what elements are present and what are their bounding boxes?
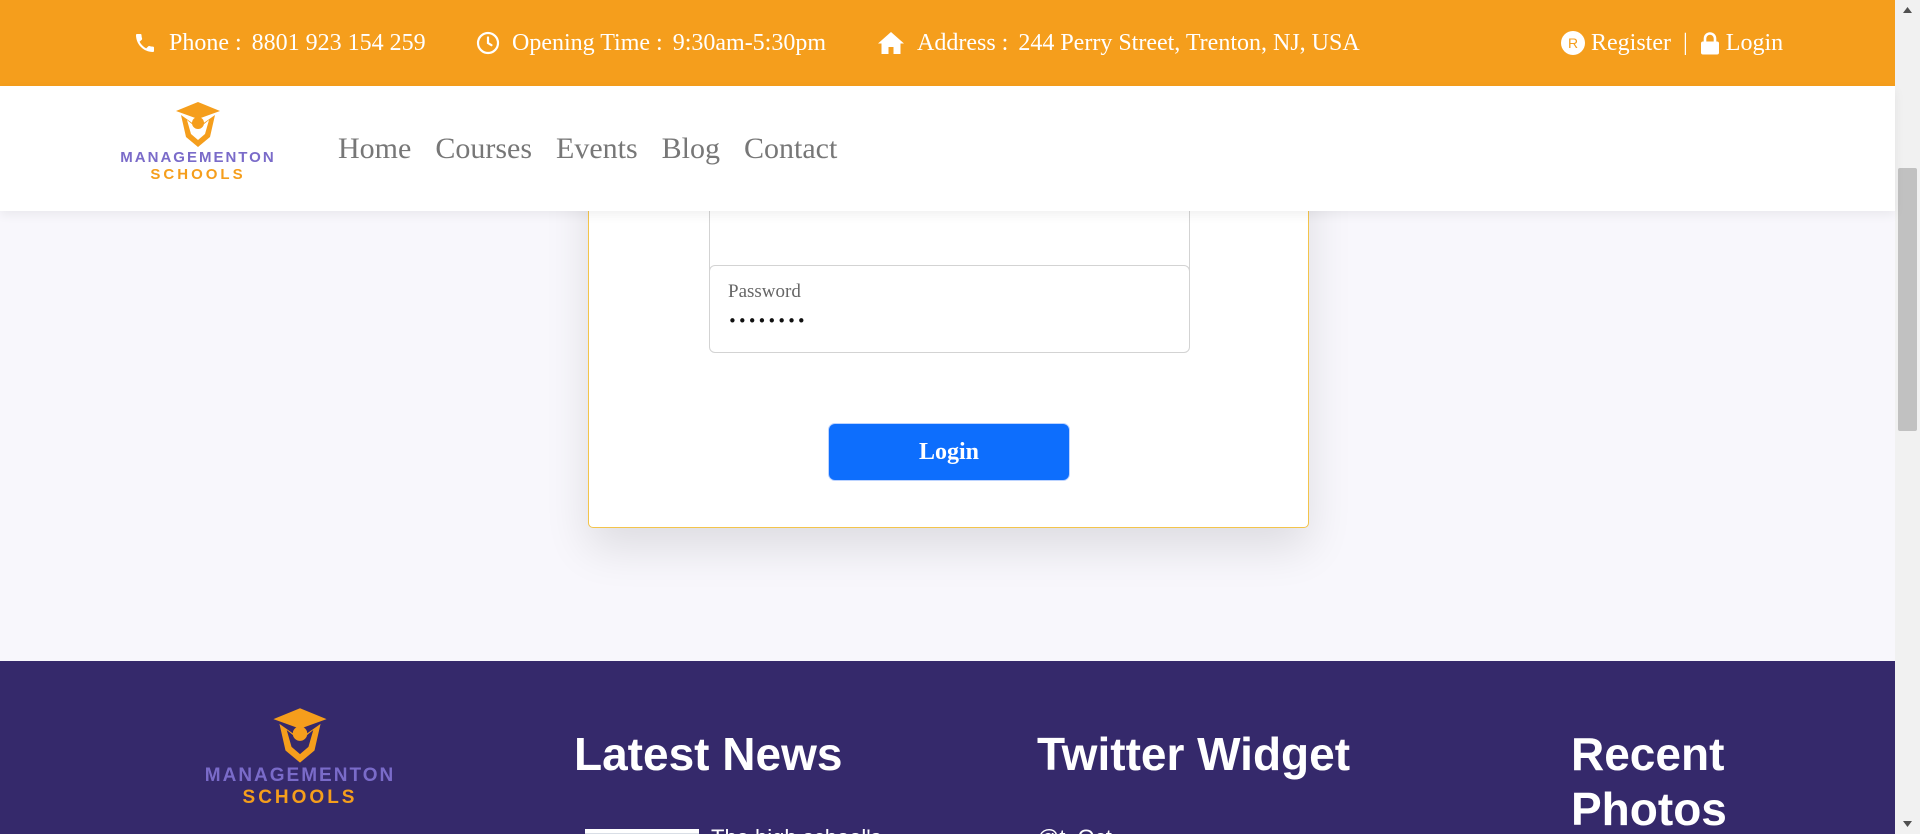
top-login-link[interactable]: Login (1700, 30, 1783, 57)
address-value: 244 Perry Street, Trenton, NJ, USA (1018, 29, 1360, 56)
password-field[interactable]: Password •••••••• (709, 265, 1190, 353)
opening-time-label: Opening Time : (512, 29, 663, 56)
latest-news-heading: Latest News (574, 728, 843, 780)
recent-photos-heading: Recent Photos (1571, 728, 1727, 834)
footer-logo-text-managementon: MANAGEMENTON (204, 765, 396, 786)
clock-icon (476, 31, 500, 55)
nav-blog[interactable]: Blog (662, 132, 720, 166)
address-label: Address : (917, 29, 1009, 56)
top-info-bar: Phone : 8801 923 154 259 Opening Time : … (0, 0, 1895, 86)
link-separator: | (1682, 29, 1688, 56)
site-logo[interactable]: MANAGEMENTON SCHOOLS (118, 101, 278, 196)
news-thumbnail[interactable] (585, 829, 699, 834)
account-links: R Register | Login (1561, 0, 1783, 86)
password-value: •••••••• (728, 312, 807, 330)
address-info: Address : 244 Perry Street, Trenton, NJ,… (877, 0, 1360, 86)
nav-courses[interactable]: Courses (435, 132, 532, 166)
phone-label: Phone : (169, 29, 242, 56)
site-footer: MANAGEMENTON SCHOOLS Latest News The hig… (0, 661, 1895, 834)
opening-time-value: 9:30am-5:30pm (672, 29, 827, 56)
footer-logo[interactable]: MANAGEMENTON SCHOOLS (200, 707, 400, 817)
footer-graduate-logo-icon (273, 708, 327, 763)
phone-number[interactable]: 8801 923 154 259 (252, 30, 426, 57)
graduate-logo-icon (176, 102, 220, 147)
latest-news-snippet[interactable]: The high school's (711, 825, 882, 834)
footer-logo-text-schools: SCHOOLS (242, 787, 358, 808)
lock-icon (1700, 32, 1719, 55)
nav-contact[interactable]: Contact (744, 132, 837, 166)
phone-icon (136, 34, 154, 52)
opening-time-info: Opening Time : 9:30am-5:30pm (476, 0, 826, 86)
page-scrollbar[interactable] (1895, 0, 1920, 834)
main-navbar: MANAGEMENTON SCHOOLS Home Courses Events… (0, 86, 1895, 211)
home-icon (878, 32, 904, 54)
nav-events[interactable]: Events (556, 132, 638, 166)
top-login-label: Login (1725, 29, 1784, 56)
scroll-down-arrow-icon[interactable] (1895, 814, 1920, 834)
nav-home[interactable]: Home (338, 132, 411, 166)
logo-text-managementon: MANAGEMENTON (120, 149, 276, 166)
nav-menu: Home Courses Events Blog Contact (338, 86, 861, 211)
phone-info: Phone : 8801 923 154 259 (133, 0, 426, 86)
scrollbar-thumb[interactable] (1898, 168, 1917, 431)
password-label: Password (728, 281, 801, 302)
scroll-up-arrow-icon[interactable] (1895, 0, 1920, 20)
twitter-snippet[interactable]: @t_Oct (1037, 825, 1112, 834)
login-submit-button[interactable]: Login (828, 423, 1070, 481)
register-link[interactable]: R Register (1561, 30, 1671, 57)
registered-icon: R (1561, 31, 1585, 55)
twitter-widget-heading: Twitter Widget (1037, 728, 1351, 780)
register-label: Register (1591, 29, 1671, 56)
logo-text-schools: SCHOOLS (150, 166, 246, 183)
